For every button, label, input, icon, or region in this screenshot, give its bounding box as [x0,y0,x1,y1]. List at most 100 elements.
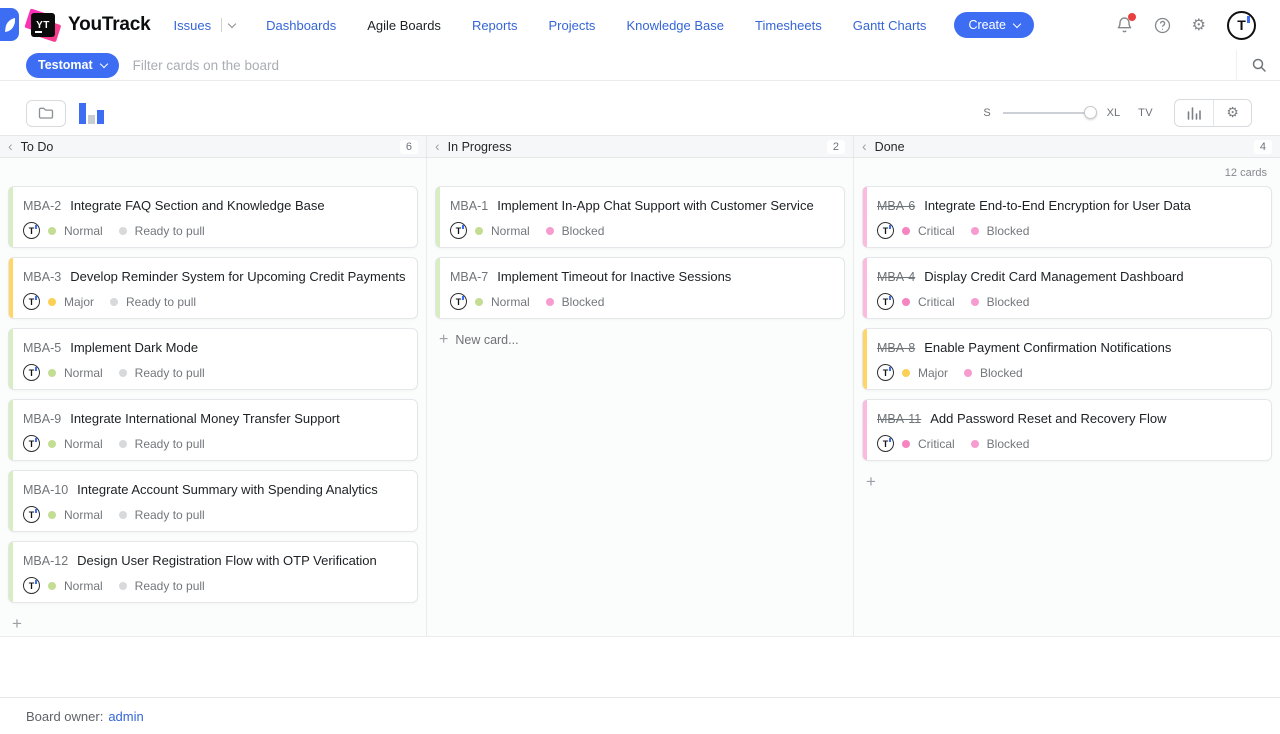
state-label: Ready to pull [135,224,205,238]
add-card-button[interactable]: + [0,612,22,632]
slider-handle[interactable] [1084,106,1097,119]
assignee-avatar[interactable]: T [877,435,894,452]
create-button[interactable]: Create [954,12,1034,38]
card-id[interactable]: MBA-3 [23,270,61,284]
priority-strip [863,329,867,389]
collapse-column-button[interactable]: ‹ [435,139,440,153]
priority-label: Critical [918,224,955,238]
state-dot [119,440,127,448]
board-owner-link[interactable]: admin [108,709,143,724]
feather-extension-button[interactable] [0,8,19,41]
board-card[interactable]: MBA-7 Implement Timeout for Inactive Ses… [435,257,845,319]
page-footer: Board owner: admin [0,697,1280,734]
board-card[interactable]: MBA-9 Integrate International Money Tran… [8,399,418,461]
new-card-button[interactable]: + New card... [427,328,853,348]
nav-item-reports[interactable]: Reports [472,18,518,33]
board-card[interactable]: MBA-11 Add Password Reset and Recovery F… [862,399,1272,461]
assignee-avatar[interactable]: T [23,364,40,381]
card-id[interactable]: MBA-9 [23,412,61,426]
assignee-avatar[interactable]: T [23,222,40,239]
assignee-avatar[interactable]: T [23,577,40,594]
nav-item-timesheets[interactable]: Timesheets [755,18,822,33]
state-dot [971,298,979,306]
project-selector-label: Testomat [38,58,93,72]
tv-mode-button[interactable]: TV [1138,107,1153,119]
board-card[interactable]: MBA-4 Display Credit Card Management Das… [862,257,1272,319]
backlog-button[interactable] [26,100,66,127]
card-size-slider[interactable] [1003,112,1095,114]
priority-label: Normal [491,224,530,238]
board-settings-button[interactable]: ⚙ [1213,100,1251,126]
priority-dot [48,369,56,377]
assignee-avatar[interactable]: T [877,222,894,239]
state-label: Blocked [980,366,1023,380]
card-id[interactable]: MBA-2 [23,199,61,213]
state-dot [119,369,127,377]
assignee-avatar[interactable]: T [23,293,40,310]
nav-item-agile-boards[interactable]: Agile Boards [367,18,441,33]
state-label: Blocked [562,224,605,238]
priority-label: Normal [491,295,530,309]
search-button[interactable] [1236,50,1280,80]
nav-item-gantt-charts[interactable]: Gantt Charts [853,18,927,33]
nav-item-issues[interactable]: Issues [174,18,236,33]
chevron-down-icon [228,19,236,27]
board-card[interactable]: MBA-8 Enable Payment Confirmation Notifi… [862,328,1272,390]
nav-item-dashboards[interactable]: Dashboards [266,18,336,33]
card-id[interactable]: MBA-10 [23,483,68,497]
card-id[interactable]: MBA-11 [877,412,921,426]
settings-button[interactable]: ⚙ [1192,17,1206,33]
project-selector-button[interactable]: Testomat [26,53,119,78]
filter-input[interactable] [131,57,1236,74]
collapse-column-button[interactable]: ‹ [8,139,13,153]
filter-bar: Testomat [0,50,1280,81]
chevron-down-icon [99,59,107,67]
nav-item-knowledge-base[interactable]: Knowledge Base [626,18,724,33]
collapse-column-button[interactable]: ‹ [862,139,867,153]
card-id[interactable]: MBA-7 [450,270,488,284]
user-avatar[interactable]: T [1227,11,1256,40]
priority-label: Normal [64,579,103,593]
column-title: Done [875,140,905,154]
board-card[interactable]: MBA-12 Design User Registration Flow wit… [8,541,418,603]
assignee-avatar[interactable]: T [450,293,467,310]
card-id[interactable]: MBA-4 [877,270,915,284]
board-card[interactable]: MBA-5 Implement Dark Mode T Normal Ready… [8,328,418,390]
board-card[interactable]: MBA-6 Integrate End-to-End Encryption fo… [862,186,1272,248]
chart-icon [1186,106,1202,120]
column-title: In Progress [448,140,512,154]
assignee-avatar[interactable]: T [23,435,40,452]
card-title: Implement Dark Mode [70,340,198,355]
help-button[interactable] [1154,17,1171,34]
board-card[interactable]: MBA-2 Integrate FAQ Section and Knowledg… [8,186,418,248]
card-id[interactable]: MBA-5 [23,341,61,355]
card-id[interactable]: MBA-1 [450,199,488,213]
priority-strip [9,329,13,389]
priority-dot [902,298,910,306]
plus-icon: + [439,332,448,348]
chart-view-button[interactable] [1175,100,1213,126]
board-chart-icon[interactable] [79,103,104,124]
column-count-badge: 2 [827,140,845,154]
assignee-avatar[interactable]: T [877,364,894,381]
priority-strip [9,400,13,460]
card-id[interactable]: MBA-8 [877,341,915,355]
board-card[interactable]: MBA-3 Develop Reminder System for Upcomi… [8,257,418,319]
priority-strip [9,258,13,318]
add-card-button[interactable]: + [854,470,876,490]
card-id[interactable]: MBA-6 [877,199,915,213]
column-header-done: ‹ Done 4 [853,136,1280,157]
state-dot [971,440,979,448]
notifications-button[interactable] [1116,16,1133,34]
assignee-avatar[interactable]: T [450,222,467,239]
card-id[interactable]: MBA-12 [23,554,68,568]
nav-dropdown[interactable] [211,18,235,32]
assignee-avatar[interactable]: T [23,506,40,523]
board-card[interactable]: MBA-1 Implement In-App Chat Support with… [435,186,845,248]
top-nav: YT YouTrack Issues Dashboards Agile Boar… [0,0,1280,50]
priority-dot [48,582,56,590]
main-nav: Issues Dashboards Agile Boards Reports P… [174,18,927,33]
board-card[interactable]: MBA-10 Integrate Account Summary with Sp… [8,470,418,532]
nav-item-projects[interactable]: Projects [548,18,595,33]
assignee-avatar[interactable]: T [877,293,894,310]
